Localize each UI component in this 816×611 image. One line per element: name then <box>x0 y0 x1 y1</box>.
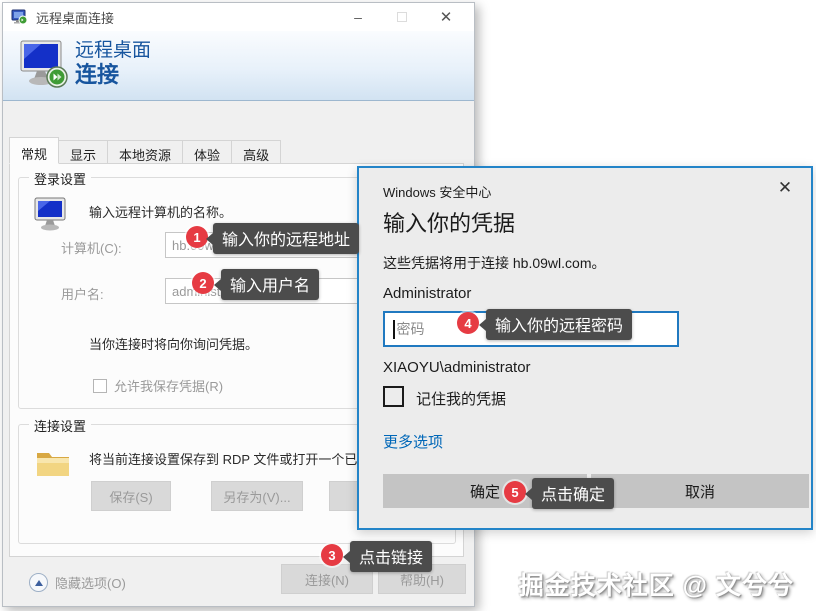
banner-title: 远程桌面 <box>75 40 151 62</box>
credentials-heading: 输入你的凭据 <box>383 206 515 238</box>
credentials-subtext: 这些凭据将用于连接 hb.09wl.com。 <box>383 253 605 273</box>
rdp-app-icon <box>11 9 28 25</box>
step-tooltip-2: 输入用户名 <box>221 269 319 300</box>
remote-desktop-icon <box>17 37 73 93</box>
save-credentials-label: 允许我保存凭据(R) <box>114 379 223 394</box>
login-settings-legend: 登录设置 <box>29 169 91 188</box>
folder-icon <box>35 447 73 479</box>
domain-user-text: XIAOYU\administrator <box>383 359 531 376</box>
password-placeholder: 密码 <box>397 319 425 339</box>
save-as-button[interactable]: 另存为(V)... <box>211 481 303 511</box>
tab-general[interactable]: 常规 <box>9 137 59 164</box>
step-badge-3: 3 <box>321 544 343 566</box>
rdp-window-title: 远程桌面连接 <box>36 8 114 27</box>
step-tooltip-3: 点击链接 <box>350 541 432 572</box>
cancel-button[interactable]: 取消 <box>591 474 809 508</box>
credential-username: Administrator <box>383 285 471 302</box>
connection-settings-legend: 连接设置 <box>29 416 91 435</box>
tab-strip: 常规 显示 本地资源 体验 高级 <box>9 137 280 164</box>
step-badge-5: 5 <box>504 481 526 503</box>
username-field-label: 用户名: <box>61 284 104 303</box>
hide-options-toggle[interactable]: 隐藏选项(O) <box>29 573 126 592</box>
windows-security-dialog: Windows 安全中心 ✕ 输入你的凭据 这些凭据将用于连接 hb.09wl.… <box>357 166 813 530</box>
step-tooltip-1: 输入你的远程地址 <box>213 223 359 254</box>
rdp-banner: 远程桌面 连接 <box>3 31 474 101</box>
step-tooltip-4: 输入你的远程密码 <box>486 309 632 340</box>
dialog-close-icon[interactable]: ✕ <box>773 176 797 200</box>
credentials-note: 当你连接时将向你询问凭据。 <box>89 334 258 353</box>
computer-field-label: 计算机(C): <box>61 238 122 257</box>
remember-credentials-checkbox[interactable] <box>383 386 404 407</box>
text-caret <box>393 320 395 339</box>
rdp-titlebar: 远程桌面连接 – ✕ <box>3 3 474 31</box>
computer-icon <box>33 196 73 234</box>
tab-advanced[interactable]: 高级 <box>231 140 281 164</box>
step-badge-2: 2 <box>192 272 214 294</box>
close-icon[interactable]: ✕ <box>424 3 468 31</box>
tab-display[interactable]: 显示 <box>58 140 108 164</box>
watermark: 掘金技术社区 @ 文兮兮 <box>519 566 794 602</box>
save-credentials-checkbox[interactable] <box>93 379 107 393</box>
remember-credentials-label: 记住我的凭据 <box>416 388 506 409</box>
hide-options-label: 隐藏选项(O) <box>55 573 126 592</box>
step-badge-1: 1 <box>186 226 208 248</box>
chevron-up-icon <box>29 573 48 592</box>
maximize-icon[interactable] <box>380 3 424 31</box>
tab-local-resources[interactable]: 本地资源 <box>107 140 183 164</box>
minimize-icon[interactable]: – <box>336 3 380 31</box>
computer-instruction: 输入远程计算机的名称。 <box>89 202 232 221</box>
screen: 远程桌面连接 – ✕ 远程桌面 连接 <box>0 0 816 611</box>
security-dialog-title: Windows 安全中心 <box>383 182 491 201</box>
tab-experience[interactable]: 体验 <box>182 140 232 164</box>
banner-subtitle: 连接 <box>75 62 151 87</box>
more-options-link[interactable]: 更多选项 <box>383 431 443 452</box>
save-button[interactable]: 保存(S) <box>91 481 171 511</box>
step-tooltip-5: 点击确定 <box>532 478 614 509</box>
step-badge-4: 4 <box>457 312 479 334</box>
